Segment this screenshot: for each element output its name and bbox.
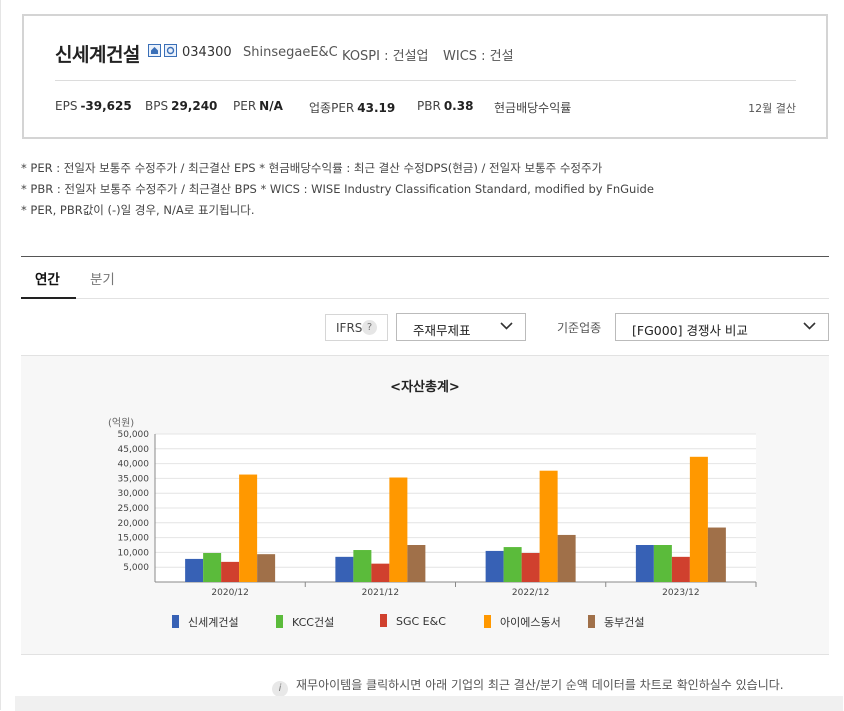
legend-swatch [276, 615, 283, 628]
chevron-down-icon [803, 322, 816, 330]
legend-swatch [484, 615, 491, 628]
home-icon[interactable] [148, 44, 161, 57]
chevron-down-icon [500, 322, 513, 330]
company-header-card: 신세계건설 034300 ShinsegaeE&C KOSPI : 건설업 WI… [22, 14, 828, 139]
legend-item-kcc[interactable]: KCC건설 [276, 614, 334, 630]
ifrs-label: IFRS [336, 321, 363, 335]
ifrs-box: IFRS ? [325, 314, 388, 341]
report-type-value: 주재무제표 [413, 323, 471, 338]
legend-item-isdongseo[interactable]: 아이에스동서 [484, 614, 561, 630]
stat-bps: BPS 29,240 [145, 99, 218, 113]
active-tab-indicator [21, 297, 76, 299]
report-type-select[interactable]: 주재무제표 [396, 313, 526, 341]
chart-title: <자산총계> [390, 380, 460, 395]
period-tabs: 연간 분기 [21, 256, 829, 299]
market-classification: KOSPI : 건설업 [342, 49, 429, 64]
bottom-shade [15, 696, 843, 711]
chart-panel: <자산총계> [21, 356, 829, 655]
legend-swatch [588, 615, 595, 628]
tab-quarterly[interactable]: 분기 [90, 268, 115, 288]
note-na: * PER, PBR값이 (-)일 경우, N/A로 표기됩니다. [21, 203, 255, 217]
company-name: 신세계건설 [55, 44, 140, 66]
legend-swatch [172, 615, 179, 628]
stat-eps: EPS -39,625 [55, 99, 132, 113]
wics-classification: WICS : 건설 [443, 49, 514, 64]
help-icon[interactable]: ? [362, 320, 377, 335]
legend-swatch [380, 614, 387, 627]
legend-item-dongbu[interactable]: 동부건설 [588, 614, 644, 630]
header-divider [55, 80, 796, 81]
stock-code: 034300 [182, 45, 232, 60]
industry-select[interactable]: [FG000] 경쟁사 비교 [615, 313, 829, 341]
industry-select-value: [FG000] 경쟁사 비교 [632, 323, 748, 338]
company-english-name: ShinsegaeE&C [243, 45, 338, 60]
settlement-month: 12월 결산 [748, 102, 796, 115]
stat-dividend-yield: 현금배당수익률 [494, 101, 572, 115]
industry-label: 기준업종 [557, 321, 602, 335]
info-message: i 재무아이템을 클릭하시면 아래 기업의 최근 결산/분기 순액 데이터를 차트… [272, 676, 784, 697]
stat-per: PER N/A [233, 99, 283, 113]
stat-industry-per: 업종PER 43.19 [309, 101, 396, 115]
note-pbr: * PBR : 전일자 보통주 수정주가 / 최근결산 BPS * WICS :… [21, 182, 654, 196]
stat-pbr: PBR 0.38 [417, 99, 474, 113]
note-per: * PER : 전일자 보통주 수정주가 / 최근결산 EPS * 현금배당수익… [21, 161, 603, 175]
tab-annual[interactable]: 연간 [35, 268, 60, 288]
legend-item-shinsegae[interactable]: 신세계건설 [172, 614, 239, 630]
ir-icon[interactable] [164, 44, 177, 57]
legend-item-sgc[interactable]: SGC E&C [380, 614, 446, 628]
info-icon: i [272, 681, 288, 697]
